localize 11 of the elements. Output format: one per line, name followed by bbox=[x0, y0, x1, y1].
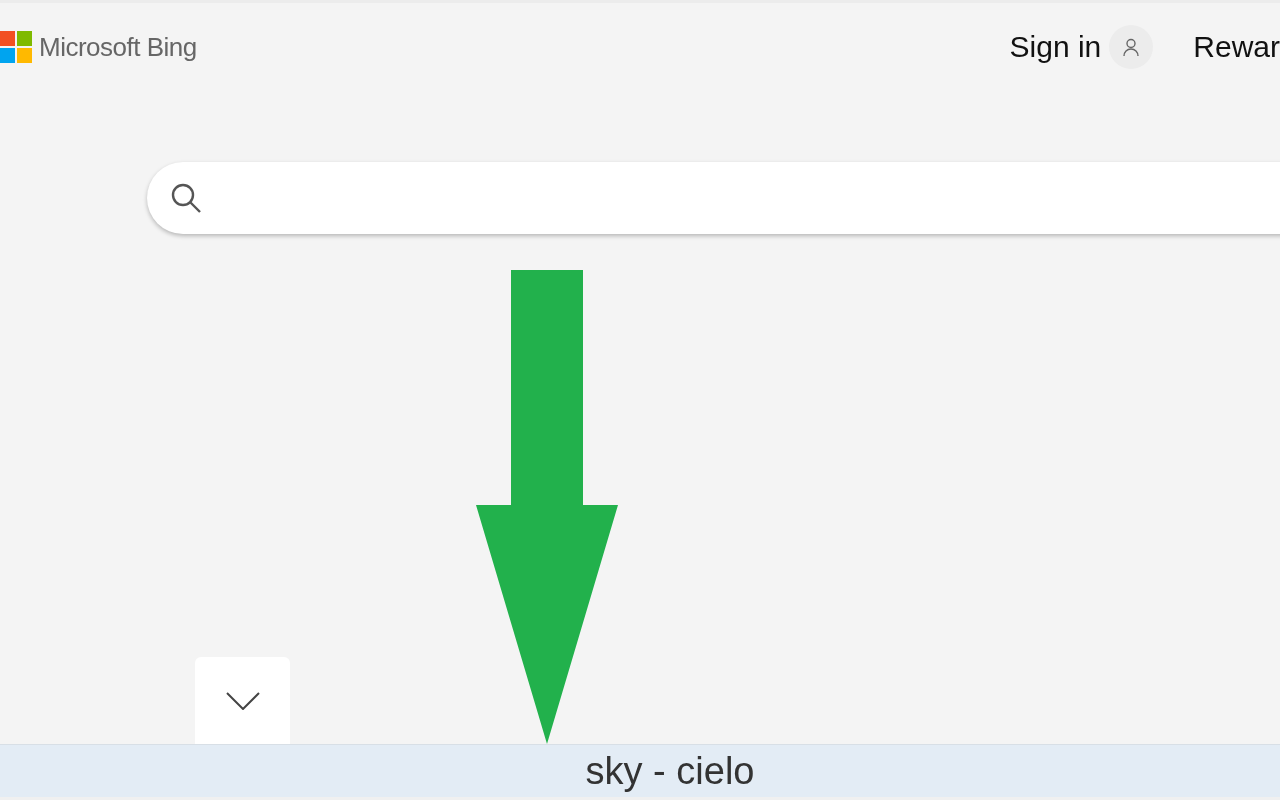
sign-in-link[interactable]: Sign in bbox=[1009, 30, 1102, 64]
arrow-down-icon bbox=[475, 270, 619, 745]
chevron-down-icon bbox=[225, 691, 260, 710]
chevron-down-button[interactable] bbox=[195, 657, 290, 744]
logo-text: Microsoft Bing bbox=[39, 31, 197, 63]
profile-icon[interactable] bbox=[1109, 25, 1154, 69]
logo-icon bbox=[0, 31, 32, 63]
search-icon bbox=[169, 181, 203, 215]
caption-text: sky - cielo bbox=[585, 749, 755, 793]
rewards-link[interactable]: Rewar bbox=[1193, 30, 1280, 64]
search-field[interactable] bbox=[147, 162, 1280, 234]
